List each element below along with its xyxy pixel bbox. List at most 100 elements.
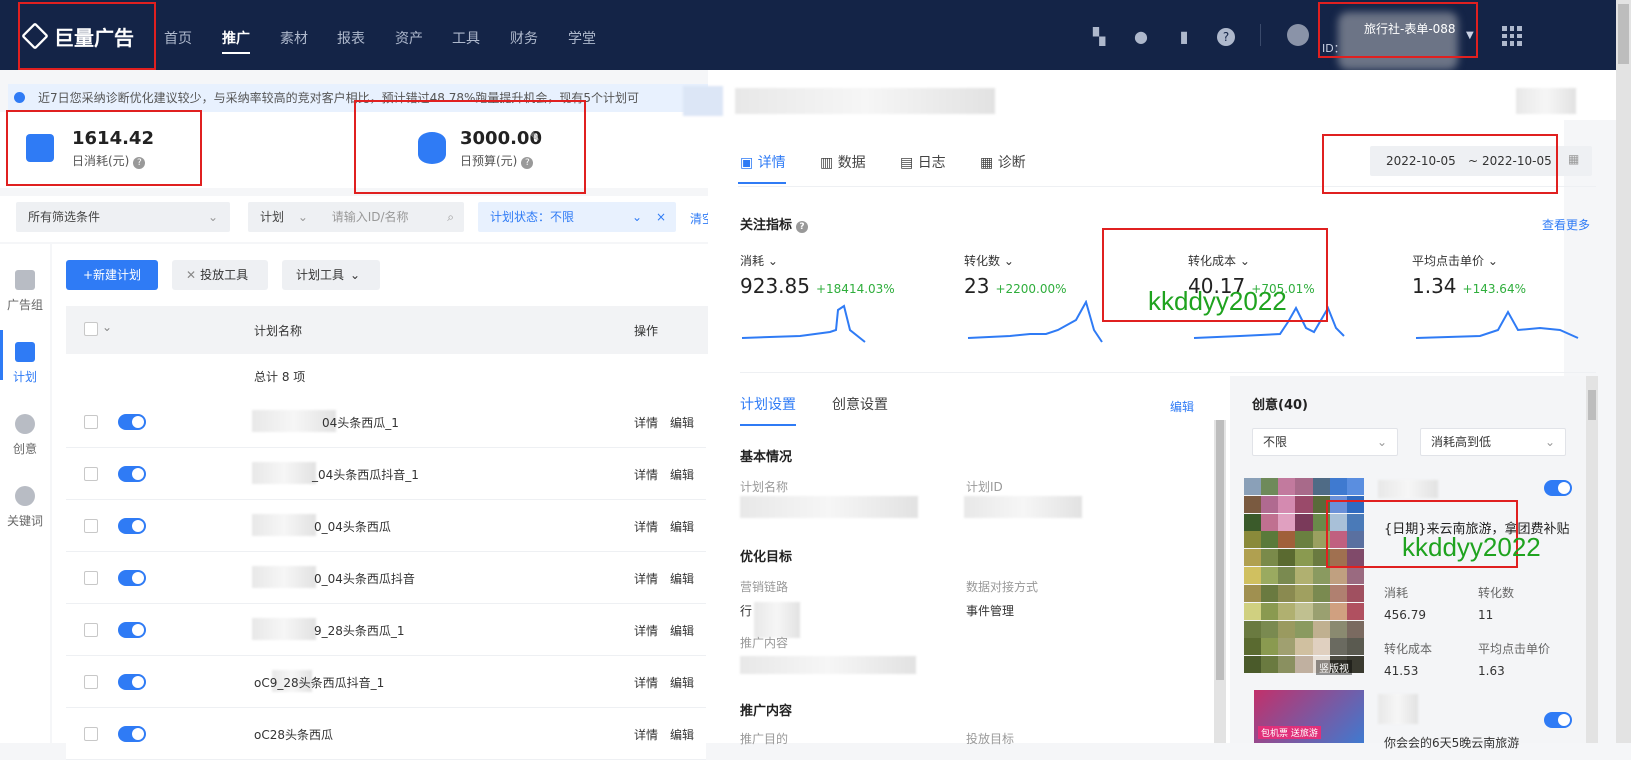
plan-name[interactable]: oC9_28头条西瓜抖音_1 <box>254 674 384 691</box>
table-row[interactable]: 9_28头条西瓜_1 详情 编辑 <box>66 604 706 656</box>
nav-tools[interactable]: 工具 <box>452 28 480 48</box>
metric-conversions-label[interactable]: 转化数 ⌄ <box>964 252 1014 269</box>
help-icon[interactable]: ? <box>1217 28 1235 46</box>
table-row[interactable]: oC28头条西瓜 详情 编辑 <box>66 708 706 760</box>
plan-name[interactable]: 0_04头条西瓜 <box>314 518 391 535</box>
row-checkbox[interactable] <box>84 519 98 533</box>
select-all-checkbox[interactable] <box>84 322 98 336</box>
table-row[interactable]: _04头条西瓜抖音_1 详情 编辑 <box>66 448 706 500</box>
nav-finance[interactable]: 财务 <box>510 28 538 48</box>
row-edit-link[interactable]: 编辑 <box>670 414 694 431</box>
nav-material[interactable]: 素材 <box>280 28 308 48</box>
creative-filter-select[interactable]: 不限 ⌄ <box>1252 428 1398 456</box>
plan-name[interactable]: 04头条西瓜_1 <box>322 414 399 431</box>
row-edit-link[interactable]: 编辑 <box>670 726 694 743</box>
phone-icon[interactable]: ▮ <box>1175 28 1193 46</box>
metric-spend-label[interactable]: 消耗 ⌄ <box>740 252 778 269</box>
tab-creative-settings[interactable]: 创意设置 <box>832 394 888 414</box>
nav-home[interactable]: 首页 <box>164 28 192 48</box>
redacted-name <box>252 566 316 588</box>
row-detail-link[interactable]: 详情 <box>634 674 658 691</box>
table-row[interactable]: 0_04头条西瓜抖音 详情 编辑 <box>66 552 706 604</box>
metric-cpc-label[interactable]: 平均点击单价 ⌄ <box>1412 252 1498 269</box>
plan-tool-button[interactable]: 计划工具 ⌄ <box>282 260 380 290</box>
select-all-chevron-icon[interactable]: ⌄ <box>102 320 112 334</box>
row-checkbox[interactable] <box>84 467 98 481</box>
col-plan-name[interactable]: 计划名称 <box>254 322 302 339</box>
status-clear-icon[interactable]: × <box>656 202 666 232</box>
avatar[interactable] <box>1287 24 1309 46</box>
tab-detail[interactable]: ▣ 详情 <box>740 152 786 172</box>
nav-assets[interactable]: 资产 <box>395 28 423 48</box>
plan-name[interactable]: 9_28头条西瓜_1 <box>314 622 405 639</box>
plan-name[interactable]: oC28头条西瓜 <box>254 726 333 743</box>
creative-sort-select[interactable]: 消耗高到低 ⌄ <box>1420 428 1566 456</box>
row-detail-link[interactable]: 详情 <box>634 466 658 483</box>
bell-icon[interactable]: ● <box>1132 28 1150 46</box>
nav-academy[interactable]: 学堂 <box>568 28 596 48</box>
tab-data[interactable]: ▥ 数据 <box>820 152 866 172</box>
sparkline-conversions <box>967 300 1103 343</box>
bar-chart-icon: ▥ <box>820 155 838 171</box>
page-scrollbar[interactable] <box>1616 0 1631 743</box>
plan-name[interactable]: _04头条西瓜抖音_1 <box>312 466 419 483</box>
map-icon[interactable]: ▚ <box>1090 28 1108 46</box>
table-row[interactable]: 0_04头条西瓜 详情 编辑 <box>66 500 706 552</box>
creative-conv-value: 11 <box>1478 608 1494 622</box>
row-status-toggle[interactable] <box>118 570 146 586</box>
date-calendar-icon[interactable]: ▦ <box>1568 152 1579 166</box>
tool-icon: ✕ <box>186 268 197 282</box>
row-checkbox[interactable] <box>84 727 98 741</box>
row-detail-link[interactable]: 详情 <box>634 414 658 431</box>
row-edit-link[interactable]: 编辑 <box>670 518 694 535</box>
creative-status-toggle[interactable] <box>1544 480 1572 496</box>
new-plan-button[interactable]: +新建计划 <box>66 260 158 290</box>
row-status-toggle[interactable] <box>118 726 146 742</box>
edit-settings-link[interactable]: 编辑 <box>1170 398 1194 415</box>
row-detail-link[interactable]: 详情 <box>634 518 658 535</box>
row-detail-link[interactable]: 详情 <box>634 726 658 743</box>
all-conditions-select[interactable]: 所有筛选条件 ⌄ <box>16 202 230 232</box>
sidebar-item-plan[interactable]: 计划 <box>0 342 50 385</box>
table-row[interactable]: 04头条西瓜_1 详情 编辑 <box>66 396 706 448</box>
row-edit-link[interactable]: 编辑 <box>670 622 694 639</box>
creative-scrollbar[interactable] <box>1586 376 1598 743</box>
row-status-toggle[interactable] <box>118 414 146 430</box>
apps-grid-icon[interactable] <box>1502 26 1522 46</box>
see-more-link[interactable]: 查看更多 <box>1542 216 1590 233</box>
row-checkbox[interactable] <box>84 623 98 637</box>
plan-select[interactable]: 计划 <box>260 210 284 224</box>
nav-promotion[interactable]: 推广 <box>222 28 250 54</box>
plan-select-chevron-icon[interactable]: ⌄ <box>298 210 308 224</box>
search-icon[interactable]: ⌕ <box>447 202 454 232</box>
tab-diagnose[interactable]: ▦ 诊断 <box>980 152 1026 172</box>
plan-name[interactable]: 0_04头条西瓜抖音 <box>314 570 415 587</box>
row-edit-link[interactable]: 编辑 <box>670 466 694 483</box>
row-checkbox[interactable] <box>84 675 98 689</box>
row-status-toggle[interactable] <box>118 518 146 534</box>
focus-help-icon[interactable]: ? <box>796 221 809 233</box>
tab-log[interactable]: ▤ 日志 <box>900 152 946 172</box>
sidebar-item-creative[interactable]: 创意 <box>0 414 50 457</box>
metric-cpc: 1.34 +143.64% <box>1412 274 1526 298</box>
launch-tool-button[interactable]: ✕ 投放工具 <box>172 260 268 290</box>
status-chevron-icon[interactable]: ⌄ <box>632 202 642 232</box>
row-checkbox[interactable] <box>84 571 98 585</box>
row-status-toggle[interactable] <box>118 674 146 690</box>
row-status-toggle[interactable] <box>118 466 146 482</box>
row-edit-link[interactable]: 编辑 <box>670 570 694 587</box>
row-checkbox[interactable] <box>84 415 98 429</box>
settings-scrollbar[interactable] <box>1214 420 1226 743</box>
row-edit-link[interactable]: 编辑 <box>670 674 694 691</box>
table-row[interactable]: oC9_28头条西瓜抖音_1 详情 编辑 <box>66 656 706 708</box>
status-filter-chip[interactable]: 计划状态：不限 ⌄ × <box>478 202 676 232</box>
tab-plan-settings[interactable]: 计划设置 <box>740 394 796 414</box>
sidebar-item-adgroup[interactable]: 广告组 <box>0 270 50 313</box>
creative2-status-toggle[interactable] <box>1544 712 1572 728</box>
sidebar-item-keyword[interactable]: 关键词 <box>0 486 50 529</box>
row-detail-link[interactable]: 详情 <box>634 622 658 639</box>
nav-report[interactable]: 报表 <box>337 28 365 48</box>
row-status-toggle[interactable] <box>118 622 146 638</box>
row-detail-link[interactable]: 详情 <box>634 570 658 587</box>
search-input[interactable]: 请输入ID/名称 <box>332 210 409 224</box>
